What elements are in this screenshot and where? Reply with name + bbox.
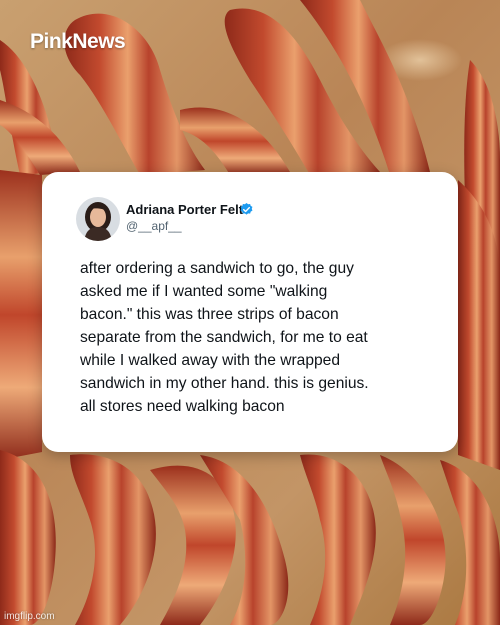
- tweet-line: after ordering a sandwich to go, the guy: [80, 260, 354, 277]
- tweet-line: all stores need walking bacon: [80, 398, 285, 415]
- tweet-line: separate from the sandwich, for me to ea…: [80, 329, 368, 346]
- author-handle: @__apf__: [126, 219, 182, 233]
- author-avatar: [76, 197, 120, 241]
- tweet-card: Adriana Porter Felt @__apf__ after order…: [42, 172, 458, 452]
- bacon-strip: [0, 170, 42, 460]
- tweet-line: while I walked away with the wrapped: [80, 352, 341, 369]
- bacon-strip: [300, 454, 376, 625]
- bacon-strip: [380, 455, 446, 625]
- bacon-strip: [0, 450, 56, 625]
- bacon-strip: [440, 460, 500, 625]
- bacon-strip: [70, 454, 156, 625]
- tweet-line: asked me if I wanted some "walking: [80, 283, 328, 300]
- verified-badge-icon: [240, 202, 253, 215]
- tweet-text: after ordering a sandwich to go, the guy…: [80, 257, 440, 418]
- author-name: Adriana Porter Felt: [126, 202, 244, 217]
- tweet-line: bacon." this was three strips of bacon: [80, 306, 339, 323]
- tweet-line: sandwich in my other hand. this is geniu…: [80, 375, 369, 392]
- pinknews-logo: PinkNews: [30, 30, 126, 53]
- imgflip-watermark: imgflip.com: [4, 611, 55, 622]
